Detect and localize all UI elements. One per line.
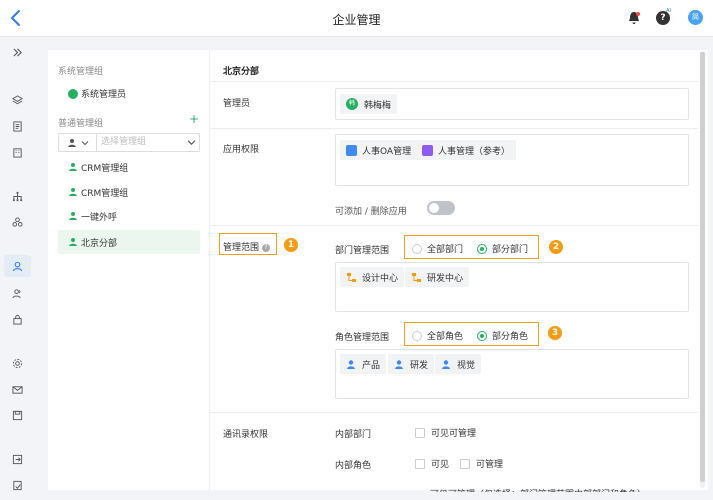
log-icon[interactable] xyxy=(11,479,24,492)
group-user-icon xyxy=(69,212,77,220)
mail-icon[interactable] xyxy=(11,383,24,396)
group-item-label: CRM管理组 xyxy=(81,188,129,199)
dept-tag[interactable]: 设计中心 xyxy=(340,267,405,287)
role-tag[interactable]: 产品 xyxy=(340,354,387,374)
group-user-icon xyxy=(69,163,77,171)
building-icon[interactable] xyxy=(11,146,24,159)
group-item-label: 一键外呼 xyxy=(81,212,118,223)
radio-some-depts[interactable]: 部分部门 xyxy=(477,242,528,255)
person-icon xyxy=(67,138,76,147)
org-chart-icon[interactable] xyxy=(11,190,24,203)
bell-icon[interactable] xyxy=(627,11,641,25)
marker-1: 1 xyxy=(284,238,298,252)
role-icon xyxy=(442,359,450,369)
normal-group-title: 普通管理组 xyxy=(58,119,104,129)
app-name: 人事OA管理 xyxy=(362,146,412,157)
dept-name: 研发中心 xyxy=(427,273,464,284)
admin-icon xyxy=(68,88,78,99)
dept-scope-radios: 全部部门 部分部门 xyxy=(412,242,528,255)
dept-name: 设计中心 xyxy=(362,273,399,284)
filter-type-select[interactable] xyxy=(59,134,97,151)
admin-label: 管理员 xyxy=(223,99,251,109)
user-icon[interactable] xyxy=(4,255,31,277)
panel-divider xyxy=(209,50,210,490)
save-icon[interactable] xyxy=(11,409,24,422)
role-icon xyxy=(395,359,403,369)
scrollbar-thumb[interactable] xyxy=(700,52,705,482)
internal-role-manage-checkbox[interactable]: 可管理 xyxy=(460,457,503,470)
group-search-input[interactable]: 选择管理组 xyxy=(97,134,183,151)
group-filter[interactable]: 选择管理组 xyxy=(58,133,200,152)
group-item-selected[interactable]: 北京分部 xyxy=(58,230,200,254)
chevron-down-icon xyxy=(81,140,88,145)
add-group-button[interactable]: + xyxy=(189,113,199,125)
app-tag[interactable]: 人事OA管理 xyxy=(340,140,418,160)
app-name: 人事管理（参考） xyxy=(438,146,511,157)
role-scope-label: 角色管理范围 xyxy=(335,333,390,343)
internal-role-label: 内部角色 xyxy=(335,461,372,471)
group-item-label: 北京分部 xyxy=(81,238,118,249)
role-name: 产品 xyxy=(362,360,381,371)
help-icon[interactable]: ? xyxy=(262,243,271,252)
radio-all-depts[interactable]: 全部部门 xyxy=(412,242,463,255)
document-icon[interactable] xyxy=(11,120,24,133)
radio-some-roles[interactable]: 部分角色 xyxy=(477,329,528,342)
role-scope-radios: 全部角色 部分角色 xyxy=(412,329,528,342)
admin-tag[interactable]: 韩 韩梅梅 xyxy=(340,94,398,114)
internal-dept-checkbox[interactable]: 可见可管理 xyxy=(415,426,476,439)
group-item[interactable]: 一键外呼 xyxy=(58,204,200,228)
system-admin-label: 系统管理员 xyxy=(81,90,127,100)
admin-name: 韩梅梅 xyxy=(364,100,392,111)
org-icon xyxy=(347,272,356,282)
org-icon xyxy=(412,272,421,282)
system-group-title: 系统管理组 xyxy=(58,67,104,77)
role-name: 视觉 xyxy=(457,360,476,371)
contacts-label: 通讯录权限 xyxy=(223,430,269,440)
detail-title: 北京分部 xyxy=(223,67,260,77)
collapse-icon[interactable] xyxy=(11,46,24,59)
app-tag[interactable]: 人事管理（参考） xyxy=(416,140,517,160)
group-item-label: CRM管理组 xyxy=(81,163,129,174)
apps-label: 应用权限 xyxy=(223,145,260,155)
settings-icon[interactable] xyxy=(11,357,24,370)
role-tag[interactable]: 研发 xyxy=(388,354,435,374)
page-title: 企业管理 xyxy=(332,13,381,27)
left-rail xyxy=(0,37,35,500)
toggle-label: 可添加 / 删除应用 xyxy=(335,207,407,217)
group-user-icon xyxy=(69,188,77,196)
dept-scope-label: 部门管理范围 xyxy=(335,246,390,256)
add-remove-apps-toggle[interactable] xyxy=(427,201,455,215)
divider xyxy=(210,225,698,226)
role-name: 研发 xyxy=(410,360,429,371)
scope-label: 管理范围? xyxy=(223,240,271,253)
internal-role-visible-checkbox[interactable]: 可见 xyxy=(415,457,449,470)
role-tag[interactable]: 视觉 xyxy=(435,354,482,374)
exit-icon[interactable] xyxy=(11,453,24,466)
divider xyxy=(210,81,698,82)
internal-dept-label: 内部部门 xyxy=(335,430,372,440)
chevron-down-icon[interactable] xyxy=(183,134,199,151)
user-avatar[interactable]: 简 xyxy=(688,10,703,25)
system-admin-item[interactable]: 系统管理员 xyxy=(68,87,126,100)
group-item[interactable]: CRM管理组 xyxy=(58,155,200,179)
admin-avatar: 韩 xyxy=(346,98,358,110)
divider xyxy=(210,412,698,413)
divider xyxy=(210,128,698,129)
truncated-option: 可见可管理（仅选择：部门管理范围内部部门和角色） xyxy=(430,487,660,492)
ai-badge: AI xyxy=(666,8,671,14)
layers-icon[interactable] xyxy=(11,94,24,107)
radio-all-roles[interactable]: 全部角色 xyxy=(412,329,463,342)
top-bar: 企业管理 ? AI 简 xyxy=(0,0,713,37)
users-icon[interactable] xyxy=(11,287,24,300)
marker-2: 2 xyxy=(549,240,563,254)
role-icon xyxy=(347,359,355,369)
app-icon xyxy=(422,144,433,156)
lock-icon[interactable] xyxy=(11,313,24,326)
group-item[interactable]: CRM管理组 xyxy=(58,180,200,204)
app-icon xyxy=(346,144,357,156)
marker-3: 3 xyxy=(548,326,562,340)
group-user-icon xyxy=(69,238,77,246)
group-icon[interactable] xyxy=(11,216,24,229)
dept-tag[interactable]: 研发中心 xyxy=(405,267,470,287)
